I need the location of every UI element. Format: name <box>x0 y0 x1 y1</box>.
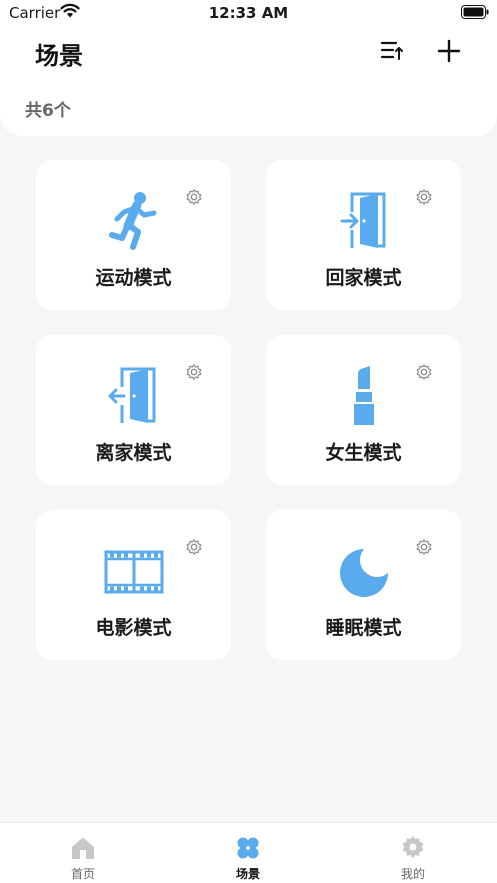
scene-label: 回家模式 <box>325 267 402 289</box>
tab-scene[interactable]: 场景 <box>188 823 308 883</box>
scene-label: 离家模式 <box>95 442 172 464</box>
scene-card-sleep[interactable]: 睡眠模式 <box>266 510 461 660</box>
door-exit-icon <box>108 367 156 423</box>
scene-label: 电影模式 <box>95 617 172 639</box>
add-icon[interactable] <box>436 38 462 64</box>
scene-card-movie[interactable]: 电影模式 <box>36 510 231 660</box>
page-title: 场景 <box>35 42 83 70</box>
scene-card-sport[interactable]: 运动模式 <box>36 160 231 310</box>
gear-icon[interactable] <box>185 188 203 206</box>
scene-card-home[interactable]: 回家模式 <box>266 160 461 310</box>
gear-icon[interactable] <box>415 188 433 206</box>
tab-label: 我的 <box>400 867 425 881</box>
scene-count: 共6个 <box>25 101 71 121</box>
gear-icon[interactable] <box>185 363 203 381</box>
scene-card-away[interactable]: 离家模式 <box>36 335 231 485</box>
gear-icon[interactable] <box>185 538 203 556</box>
gear-icon[interactable] <box>415 363 433 381</box>
tab-label: 首页 <box>70 867 95 881</box>
door-enter-icon <box>340 192 386 248</box>
scene-card-girl[interactable]: 女生模式 <box>266 335 461 485</box>
tab-mine[interactable]: 我的 <box>353 823 473 883</box>
lipstick-icon <box>354 366 374 425</box>
running-person-icon <box>109 192 157 250</box>
film-strip-icon <box>104 550 164 594</box>
battery-icon <box>461 5 489 19</box>
crescent-moon-icon <box>340 549 388 597</box>
header: Carrier 12:33 AM 场景 共6个 <box>0 0 497 136</box>
scene-label: 女生模式 <box>325 442 402 464</box>
scene-label: 运动模式 <box>95 267 172 289</box>
home-icon <box>72 837 94 859</box>
gear-icon <box>402 836 424 858</box>
sort-icon[interactable] <box>379 38 405 64</box>
tab-label: 场景 <box>235 867 260 881</box>
status-time: 12:33 AM <box>208 4 289 22</box>
gear-icon[interactable] <box>415 538 433 556</box>
scene-label: 睡眠模式 <box>325 617 402 639</box>
tab-bar: 首页 场景 我的 <box>0 822 497 883</box>
clover-icon <box>237 837 259 859</box>
status-bar: Carrier 12:33 AM <box>0 0 497 26</box>
tab-home[interactable]: 首页 <box>23 823 143 883</box>
